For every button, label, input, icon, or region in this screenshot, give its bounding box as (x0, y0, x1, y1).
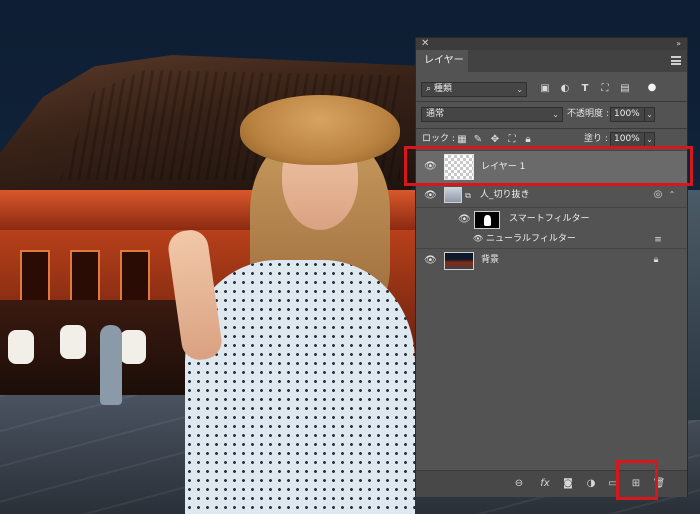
blend-row: 通常 ⌄ 不透明度 : 100% ⌄ (416, 104, 687, 126)
smart-filter-mask-thumbnail (474, 211, 500, 229)
chevron-up-icon[interactable]: ⌃ (666, 189, 678, 201)
highlight-box-layer-1 (404, 146, 693, 186)
opacity-input[interactable]: 100% (610, 107, 645, 122)
visibility-eye-icon[interactable]: 👁︎ (424, 191, 437, 201)
chevron-down-icon: ⌄ (516, 85, 523, 94)
background-pedestrian (100, 325, 122, 405)
divider (416, 101, 687, 102)
layer-name: 人_切り抜き (480, 190, 530, 200)
fx-icon[interactable]: fx (538, 477, 552, 491)
lock-label: ロック : (422, 134, 455, 144)
woman-dress (185, 260, 415, 514)
link-layers-icon[interactable]: ⊖ (512, 477, 526, 491)
close-panel-icon[interactable]: ✕ (421, 38, 429, 50)
divider (416, 128, 687, 129)
filter-kind-value: 種類 (433, 84, 452, 94)
tab-layers[interactable]: レイヤー (416, 50, 468, 72)
layer-name: スマートフィルター (509, 214, 590, 224)
lock-artboard-icon[interactable]: ⛶ (506, 134, 518, 146)
layer-name: ニューラルフィルター (486, 234, 576, 244)
visibility-eye-icon[interactable]: 👁︎ (424, 256, 437, 266)
mask-figure (484, 215, 491, 226)
opacity-dropdown-button[interactable]: ⌄ (644, 107, 655, 122)
shape-filter-icon[interactable]: ⛶ (599, 83, 611, 95)
layer-row-neural-filters[interactable]: 👁︎ ニューラルフィルター ≡ (416, 231, 687, 248)
adjustment-filter-icon[interactable]: ◐ (559, 83, 571, 95)
blend-mode-select[interactable]: 通常 ⌄ (421, 107, 563, 122)
panel-menu-icon[interactable] (671, 56, 681, 65)
blend-mode-value: 通常 (426, 109, 445, 119)
smart-filter-toggle-icon[interactable]: ◎ (652, 189, 664, 201)
search-icon: ⌕ (426, 84, 434, 94)
type-filter-icon[interactable]: T (579, 83, 591, 95)
fill-dropdown-button[interactable]: ⌄ (644, 132, 655, 147)
fill-label: 塗り : (584, 134, 608, 144)
lock-image-pixels-icon[interactable]: ✎ (472, 134, 484, 146)
visibility-eye-icon[interactable]: 👁︎ (458, 215, 471, 225)
filter-row: ⌕ 種類 ⌄ ▣ ◐ T ⛶ ▤ ● (416, 78, 687, 100)
add-mask-icon[interactable]: ◙ (561, 477, 575, 491)
lock-transparent-pixels-icon[interactable]: ▦ (456, 134, 468, 146)
smart-object-badge-icon: ⧉ (465, 191, 471, 200)
layer-thumbnail-person (444, 187, 462, 203)
panel-tab-bar: レイヤー (416, 50, 687, 72)
lock-icon: 🔒︎ (653, 255, 659, 265)
adjustment-layer-icon[interactable]: ◑ (584, 477, 598, 491)
panel-title-bar[interactable]: ✕ » (416, 38, 687, 50)
layer-row-background[interactable]: 👁︎ 背景 🔒︎ (416, 248, 687, 272)
chevron-down-icon: ⌄ (552, 110, 559, 119)
fill-input[interactable]: 100% (610, 132, 645, 147)
layer-thumbnail-background (444, 252, 474, 270)
layers-panel: ✕ » レイヤー ⌕ 種類 ⌄ ▣ ◐ T ⛶ ▤ ● 通常 ⌄ 不透明度 : … (415, 37, 688, 497)
filter-blending-options-icon[interactable]: ≡ (652, 234, 664, 246)
image-filter-icon[interactable]: ▣ (539, 83, 551, 95)
opacity-label: 不透明度 : (567, 109, 609, 119)
collapse-panel-icon[interactable]: » (676, 38, 681, 50)
layer-row-person-cutout[interactable]: 👁︎ ⧉ 人_切り抜き ◎ ⌃ (416, 183, 687, 207)
highlight-box-new-layer-button (616, 460, 658, 500)
lantern (60, 325, 86, 359)
straw-hat (240, 95, 400, 165)
lantern (8, 330, 34, 364)
filter-kind-select[interactable]: ⌕ 種類 ⌄ (421, 82, 527, 97)
layer-row-smart-filters[interactable]: 👁︎ スマートフィルター (416, 207, 687, 231)
visibility-eye-icon[interactable]: 👁︎ (472, 235, 484, 243)
filter-toggle-icon[interactable]: ● (646, 82, 658, 94)
lock-all-icon[interactable]: 🔒︎ (522, 134, 534, 146)
layer-name: 背景 (481, 255, 500, 265)
lantern (120, 330, 146, 364)
smart-object-filter-icon[interactable]: ▤ (619, 83, 631, 95)
lock-position-icon[interactable]: ✥ (489, 134, 501, 146)
